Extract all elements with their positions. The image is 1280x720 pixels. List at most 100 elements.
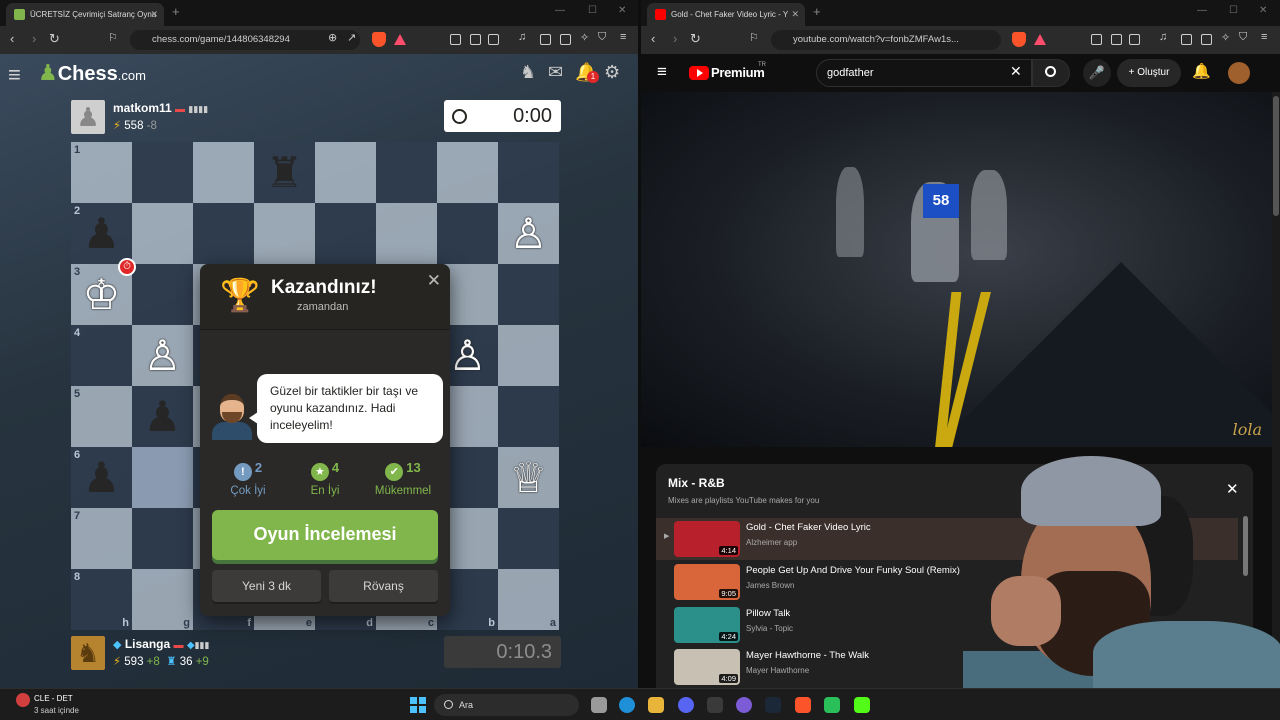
close-icon[interactable]: ✕: [427, 271, 441, 291]
board-square[interactable]: 4: [71, 325, 132, 386]
discord-icon[interactable]: [678, 697, 694, 713]
app-icon[interactable]: [707, 697, 723, 713]
extension-icon[interactable]: [1091, 34, 1102, 45]
board-square[interactable]: [437, 203, 498, 264]
taskbar-search[interactable]: Ara: [434, 694, 579, 716]
start-button-icon[interactable]: [410, 697, 426, 713]
tab-chess[interactable]: ÜCRETSİZ Çevrimiçi Satranç Oyna ✕: [6, 3, 164, 26]
sports-widget-icon[interactable]: [16, 693, 30, 707]
board-square[interactable]: 3 ♔ ⏱: [71, 258, 136, 325]
task-view-icon[interactable]: [591, 697, 607, 713]
search-input[interactable]: godfather: [816, 59, 1032, 87]
board-square[interactable]: [498, 386, 559, 447]
chess-logo[interactable]: ♟Chess.com: [38, 60, 146, 86]
new-game-button[interactable]: Yeni 3 dk: [212, 570, 321, 602]
board-square[interactable]: [315, 142, 376, 203]
widget-title[interactable]: CLE - DET: [34, 694, 73, 703]
create-button[interactable]: + Oluştur: [1117, 59, 1181, 87]
board-square[interactable]: [376, 142, 437, 203]
board-square[interactable]: [315, 203, 376, 264]
play-icon[interactable]: ♞: [520, 62, 536, 83]
zoom-icon[interactable]: ⊕: [328, 31, 337, 44]
video-player[interactable]: 58 lola: [641, 92, 1272, 447]
back-icon[interactable]: ‹: [10, 31, 14, 46]
extension-icon[interactable]: [1111, 34, 1122, 45]
avatar[interactable]: [1228, 62, 1250, 84]
maximize-icon[interactable]: ☐: [588, 5, 597, 16]
player-name[interactable]: matkom11 ▬ ▮▮▮▮: [113, 101, 208, 115]
address-bar[interactable]: youtube.com/watch?v=fonbZMFAw1s...: [771, 30, 1001, 50]
wallet-icon[interactable]: [560, 34, 571, 45]
board-square[interactable]: [193, 142, 254, 203]
back-icon[interactable]: ‹: [651, 31, 655, 46]
board-square[interactable]: [498, 508, 559, 569]
board-square[interactable]: [132, 142, 193, 203]
brave-rewards-icon[interactable]: [394, 34, 406, 45]
board-square[interactable]: [132, 264, 193, 325]
menu-icon[interactable]: ≡: [620, 31, 626, 43]
kick-icon[interactable]: [854, 697, 870, 713]
black-pawn-icon[interactable]: ♟: [71, 447, 132, 508]
board-square[interactable]: [132, 203, 193, 264]
board-square[interactable]: 7: [71, 508, 132, 569]
board-square[interactable]: [193, 203, 254, 264]
extension-icon[interactable]: [450, 34, 461, 45]
minimize-icon[interactable]: —: [555, 5, 565, 16]
white-pawn-icon[interactable]: ♙: [498, 203, 559, 264]
board-square[interactable]: a: [498, 569, 559, 630]
white-pawn-icon[interactable]: ♙: [132, 325, 193, 386]
leo-icon[interactable]: ✧: [1221, 31, 1230, 44]
player-name[interactable]: ◆ Lisanga ▬ ◆▮▮▮: [113, 637, 209, 651]
board-square[interactable]: [376, 203, 437, 264]
vpn-icon[interactable]: ⛉: [1239, 31, 1247, 44]
tab-youtube[interactable]: Gold - Chet Faker Video Lyric - Y ✕: [647, 3, 805, 26]
leo-icon[interactable]: ✧: [580, 31, 589, 44]
brave-icon[interactable]: [795, 697, 811, 713]
share-icon[interactable]: ↗: [347, 31, 356, 44]
extension-icon[interactable]: [488, 34, 499, 45]
music-icon[interactable]: ♫: [1159, 31, 1167, 43]
search-button[interactable]: [1032, 59, 1070, 87]
bookmark-icon[interactable]: ⚐: [108, 31, 118, 44]
forward-icon[interactable]: ›: [673, 31, 677, 46]
clear-search-icon[interactable]: ✕: [1010, 63, 1022, 80]
sidebar-icon[interactable]: [1181, 34, 1192, 45]
messages-icon[interactable]: ✉: [548, 62, 563, 83]
reload-icon[interactable]: ↻: [690, 31, 701, 47]
board-square[interactable]: [498, 325, 559, 386]
board-square[interactable]: [132, 447, 193, 508]
board-square[interactable]: ♙: [498, 203, 559, 264]
new-tab-icon[interactable]: +: [172, 4, 180, 19]
extension-icon[interactable]: [1129, 34, 1140, 45]
board-square[interactable]: [132, 508, 193, 569]
minimize-icon[interactable]: —: [1197, 5, 1207, 16]
board-square[interactable]: 5: [71, 386, 132, 447]
board-square[interactable]: 2 ♟: [71, 203, 132, 264]
notifications-icon[interactable]: 🔔: [1192, 62, 1211, 80]
extension-icon[interactable]: [470, 34, 481, 45]
forward-icon[interactable]: ›: [32, 31, 36, 46]
hamburger-menu-icon[interactable]: ≡: [8, 62, 21, 88]
board-square[interactable]: g: [132, 569, 193, 630]
wallet-icon[interactable]: [1201, 34, 1212, 45]
board-square[interactable]: 6 ♟: [71, 447, 132, 508]
rematch-button[interactable]: Rövanş: [329, 570, 438, 602]
hamburger-menu-icon[interactable]: ≡: [657, 62, 667, 82]
bookmark-icon[interactable]: ⚐: [749, 31, 759, 44]
board-square[interactable]: ♕: [498, 447, 559, 508]
music-icon[interactable]: ♫: [518, 31, 526, 43]
black-pawn-icon[interactable]: ♟: [132, 386, 193, 447]
board-square[interactable]: [498, 264, 559, 325]
app-icon[interactable]: [736, 697, 752, 713]
avatar[interactable]: ♞: [71, 636, 105, 670]
close-window-icon[interactable]: ✕: [618, 5, 626, 16]
board-square[interactable]: [437, 142, 498, 203]
game-review-button[interactable]: Oyun İncelemesi: [212, 510, 438, 560]
edge-icon[interactable]: [619, 697, 635, 713]
board-square[interactable]: ♙: [132, 325, 193, 386]
close-window-icon[interactable]: ✕: [1259, 5, 1267, 16]
youtube-brand[interactable]: Premium: [711, 65, 765, 80]
brave-shields-icon[interactable]: [1012, 32, 1026, 47]
black-rook-icon[interactable]: ♜: [254, 142, 315, 203]
board-square[interactable]: ♟: [132, 386, 193, 447]
